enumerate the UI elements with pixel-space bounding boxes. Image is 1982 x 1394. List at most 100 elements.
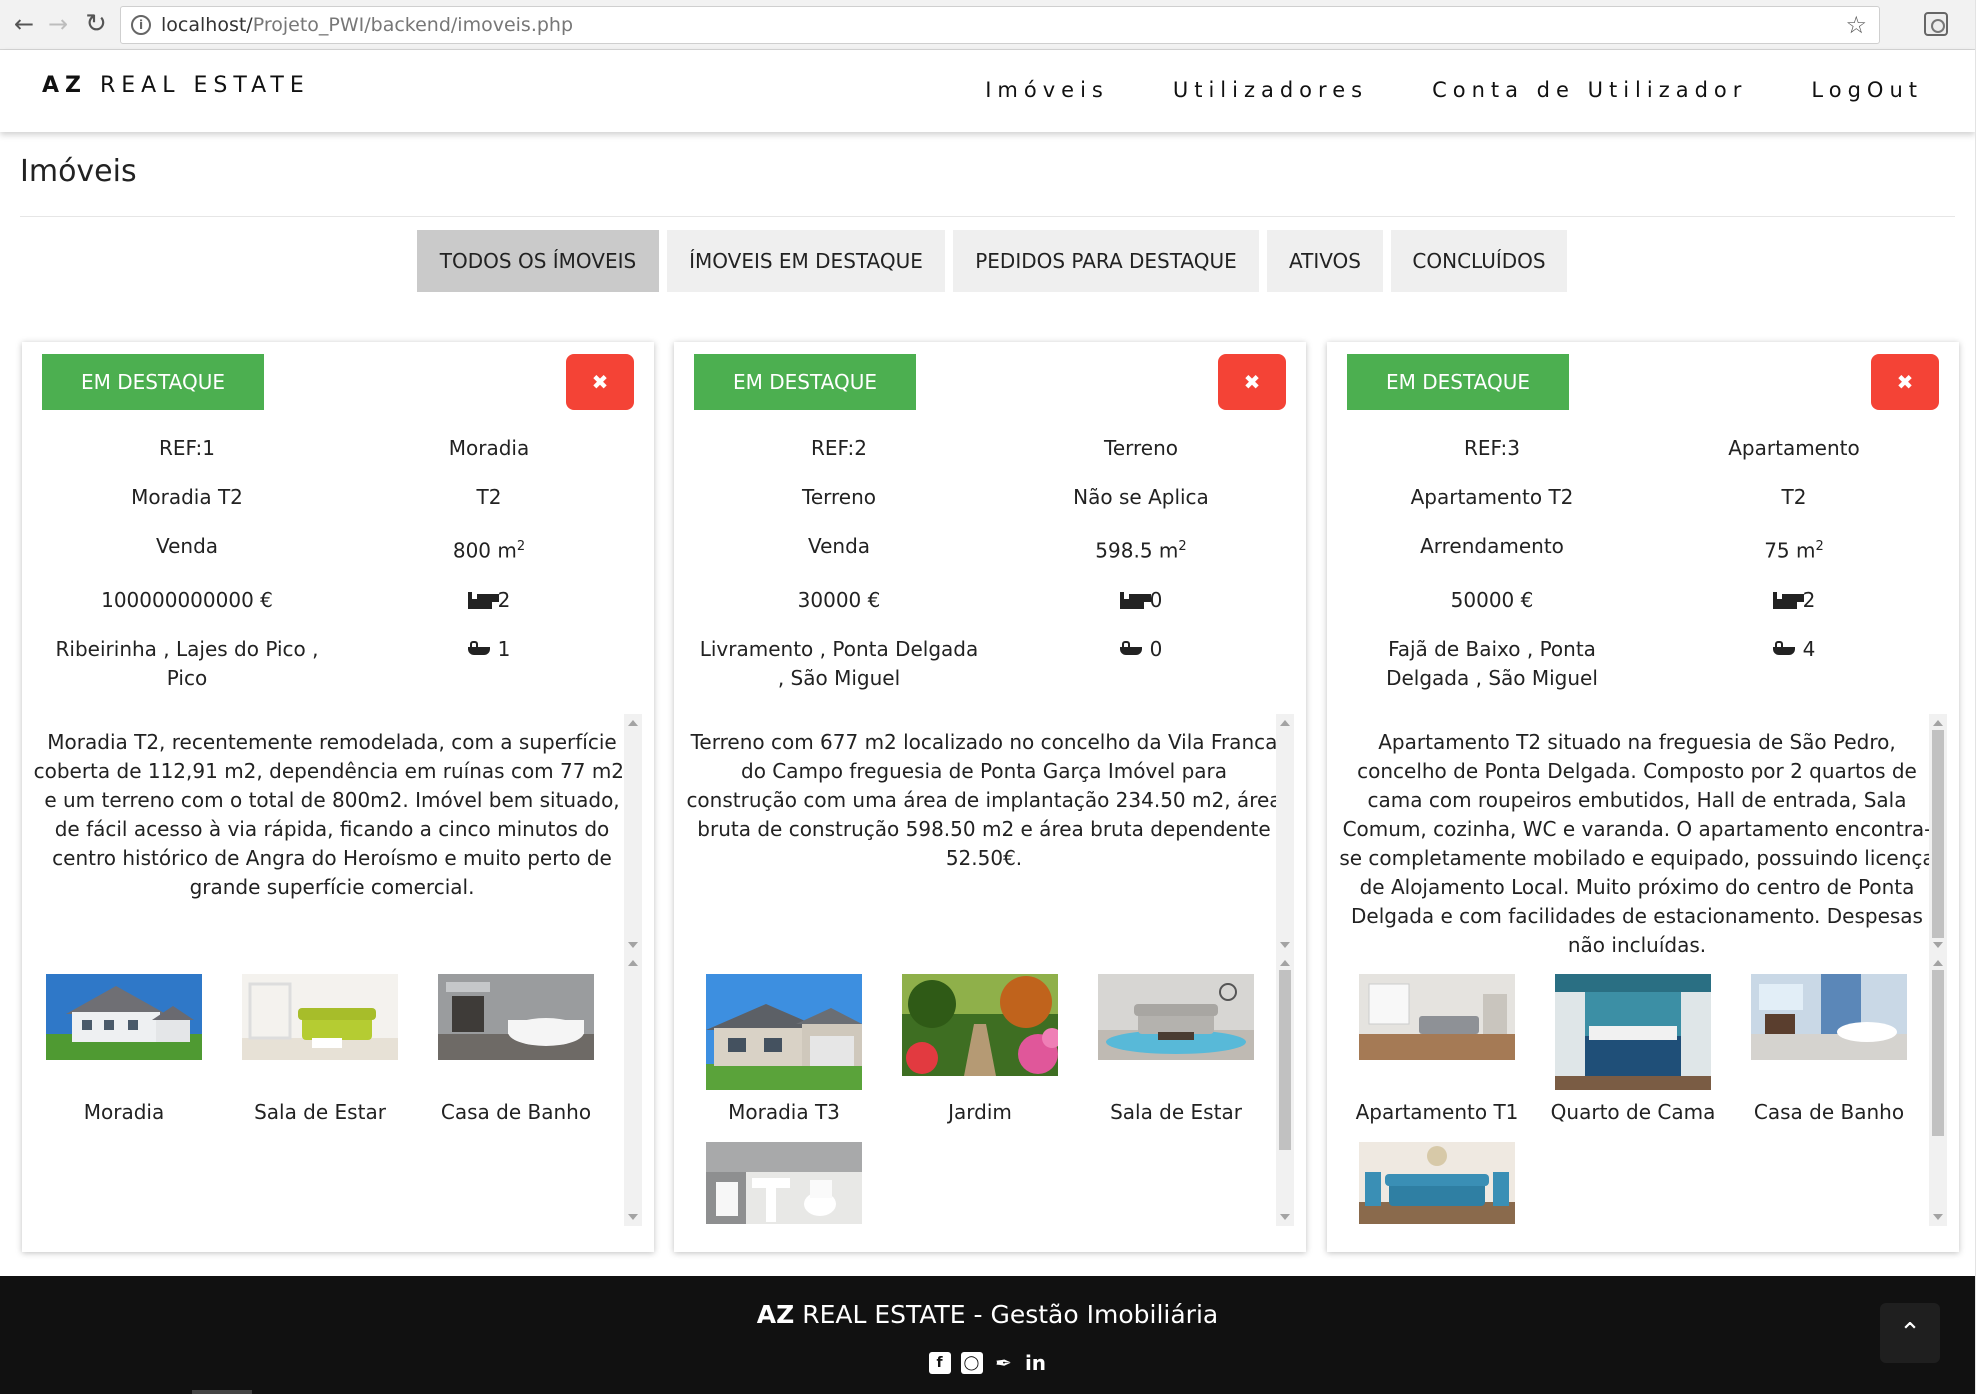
facebook-icon[interactable]: f [928, 1352, 951, 1374]
photo-item[interactable]: Moradia T3 [706, 974, 862, 1124]
reload-icon[interactable]: ↻ [80, 8, 112, 40]
nav-logout[interactable]: LogOut [1811, 78, 1923, 102]
site-footer: AZ REAL ESTATE - Gestão Imobiliária f ◯ … [0, 1276, 1975, 1394]
photo-item[interactable]: Quarto de Cama [1551, 974, 1715, 1124]
forward-arrow-icon[interactable]: → [42, 8, 74, 40]
typology: T2 [476, 485, 502, 509]
photo-item[interactable] [706, 1142, 862, 1224]
bath-icon [1119, 640, 1144, 657]
address-bar[interactable]: i localhost/Projeto_PWI/backend/imoveis.… [120, 6, 1880, 44]
deal-type: Venda [807, 534, 871, 558]
delete-button[interactable]: ✖ [566, 354, 634, 410]
living-room-photo [1359, 1142, 1515, 1224]
bedrooms: 2 [338, 578, 640, 627]
extension-icon[interactable] [1924, 12, 1948, 36]
tab-pedidos-destaque[interactable]: PEDIDOS PARA DESTAQUE [953, 230, 1259, 292]
photo-item[interactable]: Jardim [902, 974, 1058, 1124]
description-scrollbar[interactable] [624, 714, 642, 954]
back-arrow-icon[interactable]: ← [8, 8, 40, 40]
featured-button[interactable]: EM DESTAQUE [42, 354, 264, 410]
photo-caption: Casa de Banho [1753, 1100, 1905, 1124]
photo-gallery[interactable]: Moradia T3 Jardim Sala de Estar [674, 954, 1294, 1234]
page-title: Imóveis [20, 154, 137, 189]
tab-todos-imoveis[interactable]: TODOS OS ÍMOVEIS [417, 230, 659, 292]
delete-button[interactable]: ✖ [1871, 354, 1939, 410]
photo-caption: Sala de Estar [1110, 1100, 1242, 1124]
description: Apartamento T2 situado na freguesia de S… [1339, 730, 1935, 954]
bedrooms: 2 [1643, 578, 1945, 627]
twitter-icon[interactable]: ✒ [993, 1351, 1015, 1375]
bathrooms: 0 [990, 627, 1292, 705]
photo-caption: Moradia [83, 1100, 165, 1124]
property-info: REF:1 Moradia Moradia T2 T2 Venda 800 m2 10… [36, 426, 640, 705]
photo-item[interactable]: Sala de Estar [242, 974, 398, 1124]
price: 30000 € [797, 587, 881, 612]
description-scrollbar[interactable] [1929, 714, 1947, 954]
description-scrollbox[interactable]: Moradia T2, recentemente remodelada, com… [22, 714, 642, 954]
photo-caption: Jardim [948, 1100, 1012, 1124]
deal-type: Arrendamento [1420, 534, 1564, 558]
property-name: Moradia T2 [131, 485, 243, 509]
photo-gallery[interactable]: Moradia Sala de Estar Casa de Banho [22, 954, 642, 1234]
bed-icon [467, 591, 492, 609]
location: Fajã de Baixo , Ponta Delgada , São Migu… [1386, 636, 1598, 690]
description-scrollbox[interactable]: Terreno com 677 m2 localizado no concelh… [674, 714, 1294, 954]
delete-button[interactable]: ✖ [1218, 354, 1286, 410]
featured-button[interactable]: EM DESTAQUE [1347, 354, 1569, 410]
bedroom-photo [1555, 974, 1711, 1090]
footer-brand: AZ REAL ESTATE - Gestão Imobiliária [756, 1300, 1219, 1329]
property-name: Terreno [802, 485, 876, 509]
property-card: EM DESTAQUE ✖ REF:2 Terreno Terreno Não se… [674, 342, 1306, 1252]
photo-gallery[interactable]: Apartamento T1 Quarto de Cama Casa de Ba… [1327, 954, 1947, 1234]
living-room-photo [242, 974, 398, 1060]
location: Livramento , Ponta Delgada , São Miguel [699, 636, 979, 690]
bathrooms: 1 [338, 627, 640, 705]
property-info: REF:3 Apartamento Apartamento T2 T2 Arrend… [1341, 426, 1945, 705]
deal-type: Venda [155, 534, 219, 558]
bathroom-photo [438, 974, 594, 1060]
bed-icon [1772, 591, 1797, 609]
linkedin-icon[interactable]: in [1025, 1351, 1047, 1375]
site-logo[interactable]: AZ REAL ESTATE [42, 73, 310, 98]
photo-item[interactable]: Apartamento T1 [1356, 974, 1518, 1124]
property-type: Terreno [1104, 436, 1178, 460]
garden-photo [902, 974, 1058, 1076]
photo-caption: Moradia T3 [728, 1100, 840, 1124]
property-name: Apartamento T2 [1410, 485, 1574, 509]
photo-item[interactable] [1359, 1142, 1515, 1224]
bed-icon [1119, 591, 1144, 609]
property-type: Moradia [448, 436, 530, 460]
photo-item[interactable]: Casa de Banho [1751, 974, 1907, 1124]
photo-caption: Apartamento T1 [1355, 1100, 1519, 1124]
bookmark-star-icon[interactable]: ☆ [1845, 11, 1867, 39]
site-info-icon[interactable]: i [131, 15, 151, 35]
chevron-up-icon: ⌃ [1899, 1318, 1921, 1348]
gallery-scrollbar[interactable] [624, 954, 642, 1226]
photo-item[interactable]: Moradia [46, 974, 202, 1124]
nav-imoveis[interactable]: Imóveis [985, 78, 1109, 102]
tab-concluidos[interactable]: CONCLUÍDOS [1391, 230, 1567, 292]
property-info: REF:2 Terreno Terreno Não se Aplica Venda 5… [688, 426, 1292, 705]
typology: Não se Aplica [1073, 485, 1209, 509]
window-edge [1975, 0, 1982, 1394]
tab-ativos[interactable]: ATIVOS [1267, 230, 1383, 292]
photo-item[interactable]: Casa de Banho [438, 974, 594, 1124]
typology: T2 [1781, 485, 1807, 509]
nav-conta-utilizador[interactable]: Conta de Utilizador [1432, 78, 1747, 102]
gallery-scrollbar[interactable] [1929, 954, 1947, 1226]
photo-caption: Casa de Banho [440, 1100, 592, 1124]
featured-button[interactable]: EM DESTAQUE [694, 354, 916, 410]
property-card: EM DESTAQUE ✖ REF:3 Apartamento Apartamen… [1327, 342, 1959, 1252]
description-scrollbox[interactable]: Apartamento T2 situado na freguesia de S… [1327, 714, 1947, 954]
back-to-top-button[interactable]: ⌃ [1880, 1303, 1940, 1363]
nav-utilizadores[interactable]: Utilizadores [1173, 78, 1368, 102]
tab-imoveis-destaque[interactable]: ÍMOVEIS EM DESTAQUE [667, 230, 945, 292]
description-scrollbar[interactable] [1276, 714, 1294, 954]
photo-item[interactable]: Sala de Estar [1098, 974, 1254, 1124]
bathrooms: 4 [1643, 627, 1945, 705]
instagram-icon[interactable]: ◯ [960, 1352, 983, 1374]
living-room-photo [1098, 974, 1254, 1060]
gallery-scrollbar[interactable] [1276, 954, 1294, 1226]
ref: REF:3 [1464, 436, 1520, 460]
bedrooms: 0 [990, 578, 1292, 627]
